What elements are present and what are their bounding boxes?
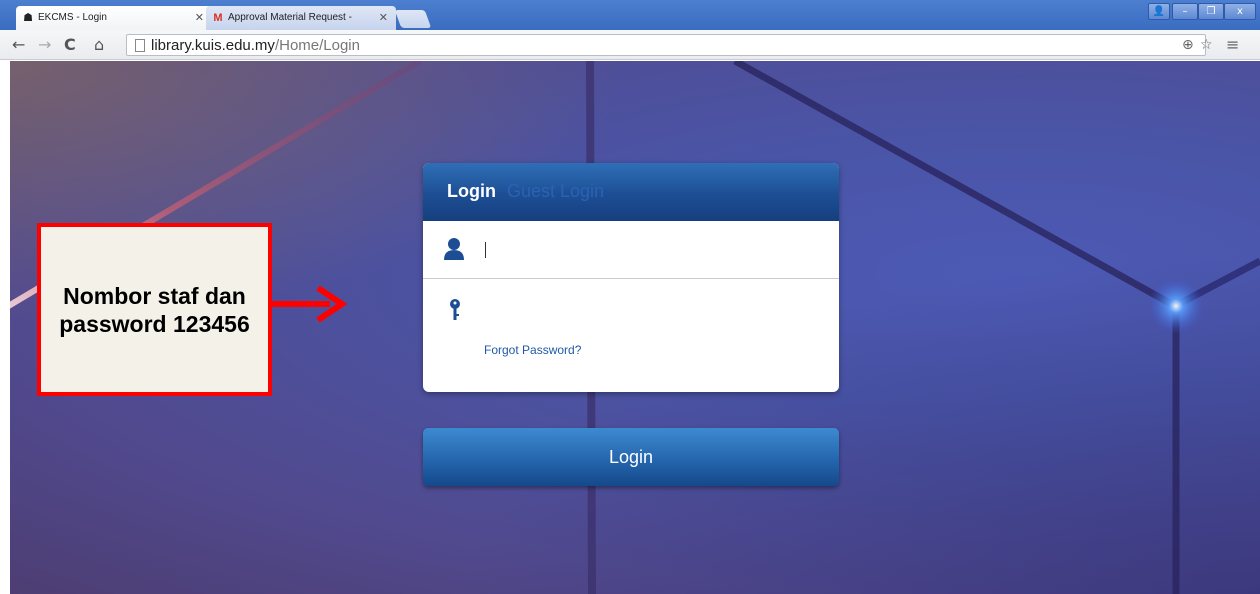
new-tab-button[interactable] [394, 10, 432, 28]
restore-button[interactable]: ❐ [1198, 3, 1224, 20]
username-field[interactable] [423, 221, 839, 279]
close-icon[interactable]: ✕ [379, 6, 388, 30]
zoom-icon[interactable]: ⊕ [1182, 36, 1194, 54]
menu-icon[interactable]: ≡ [1226, 36, 1239, 54]
user-icon [444, 238, 464, 260]
minimize-button[interactable]: – [1172, 3, 1198, 20]
bookmark-star-icon[interactable]: ☆ [1200, 36, 1213, 54]
browser-tab-bar: ☗ EKCMS - Login ✕ M Approval Material Re… [0, 0, 1260, 30]
login-card-header: Login Guest Login [423, 163, 839, 221]
red-arrow-icon [272, 285, 348, 323]
forward-arrow-icon[interactable]: → [38, 36, 51, 54]
text-cursor [485, 242, 486, 258]
annotation-text: Nombor staf dan password 123456 [59, 282, 250, 337]
annotation-box: Nombor staf dan password 123456 [37, 223, 272, 396]
forgot-password-link[interactable]: Forgot Password? [484, 343, 581, 357]
home-icon[interactable]: ⌂ [94, 36, 104, 54]
tab-ekcms-login[interactable]: ☗ EKCMS - Login ✕ [16, 6, 212, 30]
user-profile-icon[interactable]: 👤 [1148, 3, 1170, 20]
url-text[interactable]: library.kuis.edu.my/Home/Login [151, 36, 360, 56]
ekcms-favicon-icon: ☗ [23, 12, 33, 24]
tab-title: EKCMS - Login [38, 12, 107, 23]
key-icon [450, 299, 460, 320]
close-icon[interactable]: ✕ [195, 6, 204, 30]
tab-title: Approval Material Request - [228, 12, 352, 23]
gmail-icon: M [213, 12, 223, 24]
login-button[interactable]: Login [423, 428, 839, 486]
back-arrow-icon[interactable]: ← [12, 36, 25, 54]
address-bar[interactable]: library.kuis.edu.my/Home/Login [126, 34, 1206, 56]
tab-guest-login[interactable]: Guest Login [507, 181, 604, 202]
login-card: Login Guest Login Forgot Password? [423, 163, 839, 392]
page-left-edge [0, 61, 10, 594]
reload-icon[interactable]: C [64, 36, 76, 54]
password-field[interactable]: Forgot Password? [423, 280, 839, 392]
tab-approval-material-request[interactable]: M Approval Material Request - ✕ [206, 6, 396, 30]
close-window-button[interactable]: x [1224, 3, 1256, 20]
browser-toolbar: ← → C ⌂ library.kuis.edu.my/Home/Login ⊕… [0, 30, 1260, 60]
page-icon [135, 39, 145, 52]
tab-login[interactable]: Login [447, 181, 496, 202]
